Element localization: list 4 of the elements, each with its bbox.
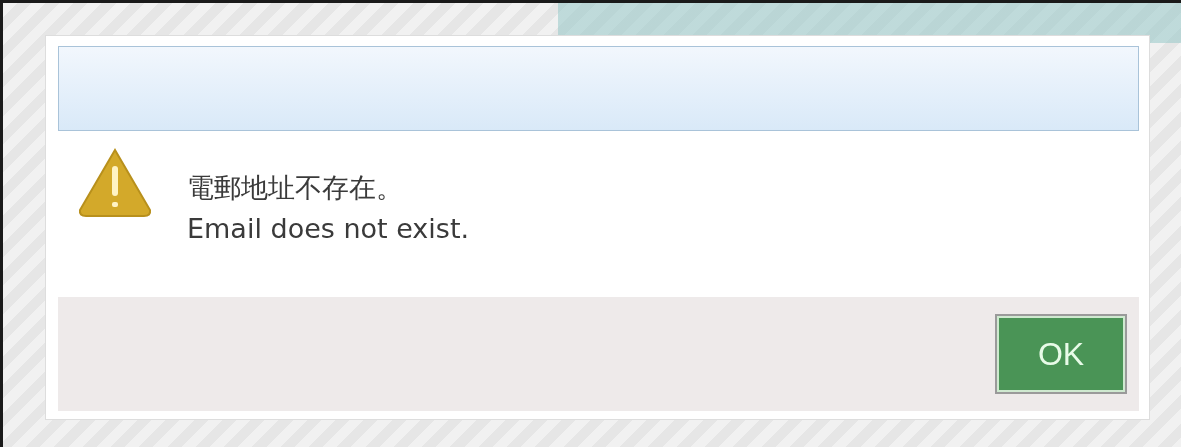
message-text: Email does not exist. — [187, 212, 470, 247]
message-text: 電郵地址不存在。 — [187, 171, 404, 205]
warning-icon — [78, 148, 152, 220]
ok-button[interactable]: OK — [995, 314, 1127, 394]
